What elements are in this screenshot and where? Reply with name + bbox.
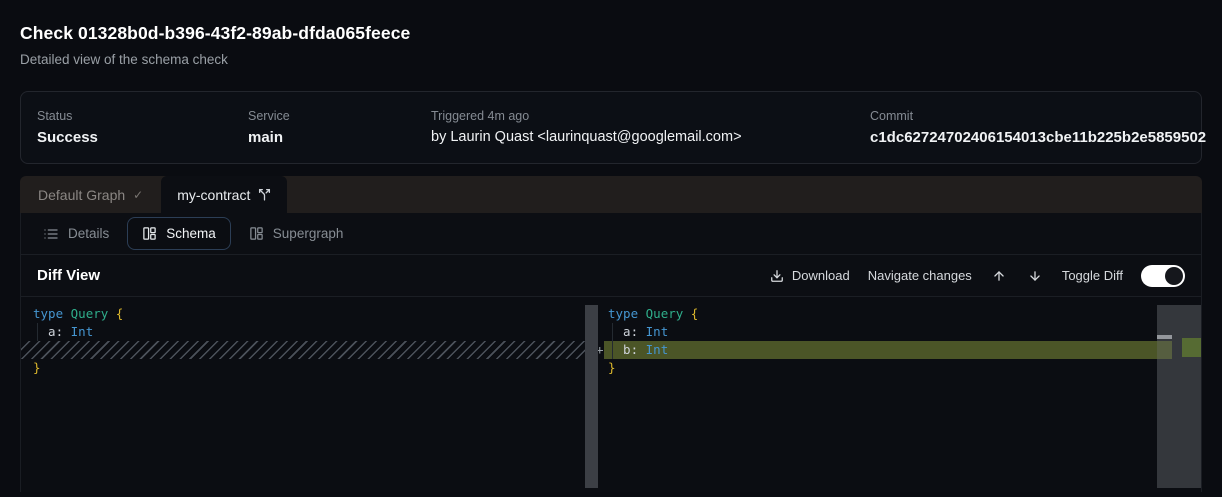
page-title: Check 01328b0d-b396-43f2-89ab-dfda065fee… [20, 20, 1202, 46]
tab-my-contract-label: my-contract [177, 187, 250, 203]
tab-supergraph-label: Supergraph [273, 226, 344, 241]
next-change-button[interactable] [1026, 269, 1044, 283]
tab-default-graph-label: Default Graph [38, 187, 125, 203]
overview-ruler-added-marker [1182, 338, 1201, 357]
commit-label: Commit [870, 108, 1206, 124]
triggered-value: by Laurin Quast <laurinquast@googlemail.… [431, 128, 870, 147]
arrow-down-icon [1028, 269, 1042, 283]
tab-schema[interactable]: Schema [127, 217, 231, 250]
page: Check 01328b0d-b396-43f2-89ab-dfda065fee… [0, 0, 1222, 492]
added-code-line: + b: Int [604, 341, 1157, 359]
diff-toolbar: Diff View Download Navigate changes [21, 255, 1201, 297]
schema-diff-editor: type Query { a: Int} type Query { a: Int… [21, 297, 1201, 492]
summary-status: Status Success [37, 108, 248, 147]
tab-schema-label: Schema [166, 226, 216, 241]
diff-controls: Download Navigate changes [770, 265, 1185, 287]
tab-default-graph[interactable]: Default Graph ✓ [20, 176, 161, 213]
layout-icon [249, 226, 264, 241]
service-label: Service [248, 108, 431, 124]
arrow-up-icon [992, 269, 1006, 283]
after-scrollbar[interactable] [1157, 305, 1201, 488]
summary-triggered: Triggered 4m ago by Laurin Quast <laurin… [431, 108, 870, 147]
code-line: } [598, 359, 1201, 377]
diff-after-code: type Query { a: Int+ b: Int} [598, 305, 1201, 377]
diff-pane-after: type Query { a: Int+ b: Int} [598, 297, 1201, 492]
download-icon [770, 269, 784, 283]
page-subtitle: Detailed view of the schema check [20, 51, 1202, 69]
removed-line-placeholder [21, 341, 598, 359]
commit-value: c1dc62724702406154013cbe11b225b2e5859502 [870, 128, 1206, 147]
added-line-marker [1157, 341, 1172, 359]
check-icon: ✓ [133, 188, 143, 202]
check-panel: Details Schema Supergraph [20, 213, 1202, 492]
previous-change-button[interactable] [990, 269, 1008, 283]
code-line: type Query { [21, 305, 598, 323]
code-line: type Query { [598, 305, 1201, 323]
toggle-knob [1165, 267, 1183, 285]
service-value: main [248, 128, 431, 147]
tab-details[interactable]: Details [31, 213, 121, 255]
triggered-label: Triggered 4m ago [431, 108, 870, 124]
diff-pane-before: type Query { a: Int} [21, 297, 598, 492]
status-label: Status [37, 108, 248, 124]
scrollbar-thumb[interactable] [1157, 335, 1172, 339]
graph-tabbar: Default Graph ✓ my-contract [20, 176, 1202, 213]
summary-service: Service main [248, 108, 431, 147]
tab-details-label: Details [68, 226, 109, 241]
check-summary-card: Status Success Service main Triggered 4m… [20, 91, 1202, 164]
code-line: a: Int [21, 323, 598, 341]
list-icon [43, 226, 59, 242]
tab-supergraph[interactable]: Supergraph [237, 213, 356, 255]
summary-commit: Commit c1dc62724702406154013cbe11b225b2e… [870, 108, 1206, 147]
tab-my-contract[interactable]: my-contract [161, 176, 287, 213]
split-icon [258, 188, 271, 201]
navigate-changes-label: Navigate changes [868, 268, 972, 283]
diff-view-title: Diff View [37, 267, 100, 284]
view-tabs: Details Schema Supergraph [21, 213, 1201, 255]
status-value: Success [37, 128, 248, 147]
code-line: } [21, 359, 598, 377]
before-scrollbar[interactable] [585, 305, 598, 488]
download-label: Download [792, 268, 850, 283]
code-line: a: Int [598, 323, 1201, 341]
diff-before-code: type Query { a: Int} [21, 305, 598, 377]
added-line-plus-sign: + [598, 341, 604, 359]
layout-icon [142, 226, 157, 241]
toggle-diff-label: Toggle Diff [1062, 268, 1123, 283]
toggle-diff-switch[interactable] [1141, 265, 1185, 287]
download-button[interactable]: Download [770, 268, 850, 283]
